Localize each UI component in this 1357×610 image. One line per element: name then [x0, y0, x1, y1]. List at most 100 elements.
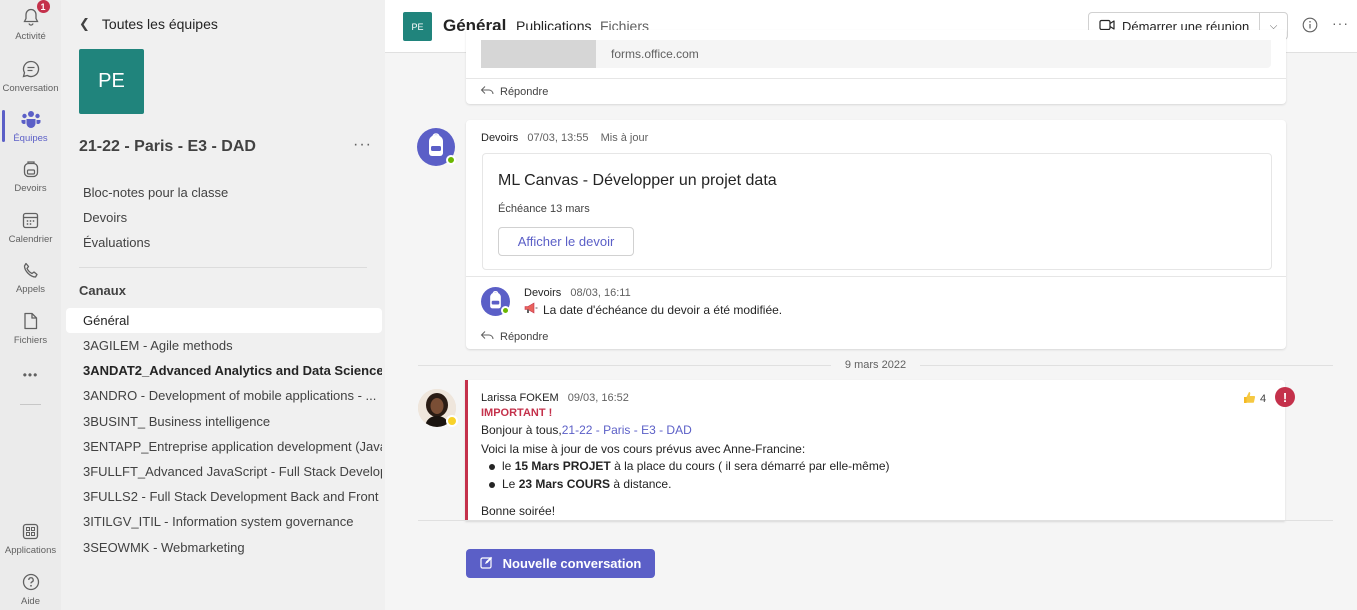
- reply-label: Répondre: [500, 85, 549, 98]
- list-text: à distance.: [610, 477, 672, 491]
- edited-status: Mis à jour: [600, 132, 649, 144]
- rail-applications[interactable]: Applications: [0, 514, 61, 562]
- back-to-teams[interactable]: ❮ Toutes les équipes: [79, 14, 218, 34]
- more-icon: •••: [22, 368, 39, 382]
- rail-teams[interactable]: Équipes: [0, 102, 61, 150]
- important-badge-icon: !: [1275, 387, 1295, 407]
- timestamp: 08/03, 16:11: [570, 287, 631, 299]
- link-preview-thumbnail: [481, 40, 596, 68]
- like-reaction[interactable]: 4: [1243, 391, 1266, 407]
- divider: [79, 267, 367, 268]
- list-item: le 15 Mars PROJET à la place du cours ( …: [489, 459, 890, 473]
- list-text: Le: [502, 477, 519, 491]
- channel-avatar: PE: [403, 12, 432, 41]
- app-rail: 1 Activité Conversation Équipes Devoirs …: [0, 0, 61, 610]
- channel-item[interactable]: 3BUSINT_ Business intelligence: [66, 409, 382, 434]
- phone-icon: [20, 259, 42, 281]
- reply-meta: Devoirs 08/03, 16:11: [524, 287, 631, 299]
- teams-icon: [20, 108, 42, 130]
- reply-label: Répondre: [500, 330, 549, 343]
- new-conversation-button[interactable]: Nouvelle conversation: [466, 549, 655, 578]
- help-icon: [20, 571, 42, 593]
- rail-label: Aide: [20, 596, 40, 607]
- channel-item[interactable]: 3FULLFT_Advanced JavaScript - Full Stack…: [66, 459, 382, 484]
- team-avatar[interactable]: PE: [79, 49, 144, 114]
- rail-files[interactable]: Fichiers: [0, 304, 61, 352]
- rail-assignments[interactable]: Devoirs: [0, 152, 61, 200]
- rail-more-apps[interactable]: •••: [0, 362, 61, 392]
- calendar-icon: [20, 209, 42, 231]
- channel-item[interactable]: 3AGILEM - Agile methods: [66, 333, 382, 358]
- message-card: forms.office.com Répondre: [466, 30, 1286, 104]
- divider-line: [920, 364, 1333, 366]
- team-link-notebook[interactable]: Bloc-notes pour la classe: [83, 185, 228, 200]
- team-more-options-icon[interactable]: ···: [353, 136, 372, 154]
- list-bold: 23 Mars COURS: [518, 477, 611, 491]
- timestamp: 09/03, 16:52: [567, 392, 629, 404]
- team-name: 21-22 - Paris - E3 - DAD: [79, 138, 256, 155]
- team-panel: ❮ Toutes les équipes PE 21-22 - Paris - …: [61, 0, 385, 610]
- reply-button[interactable]: Répondre: [480, 85, 548, 98]
- info-icon[interactable]: [1302, 17, 1318, 36]
- list-bold: 15 Mars PROJET: [514, 459, 611, 473]
- date-divider: 9 mars 2022: [418, 356, 1333, 374]
- rail-activity[interactable]: 1 Activité: [0, 0, 61, 48]
- reply-icon: [480, 85, 494, 98]
- megaphone-icon: [524, 302, 538, 317]
- rail-label: Devoirs: [14, 183, 47, 194]
- back-label: Toutes les équipes: [101, 16, 218, 32]
- channel-more-options-icon[interactable]: ···: [1332, 15, 1349, 31]
- divider: [466, 78, 1286, 79]
- rail-calls[interactable]: Appels: [0, 253, 61, 301]
- online-status-icon: [501, 306, 510, 315]
- link-preview-url: forms.office.com: [611, 47, 699, 61]
- assignment-card: Devoirs 07/03, 13:55 Mis à jour ML Canva…: [466, 120, 1286, 349]
- date-divider-label: 9 mars 2022: [844, 359, 907, 371]
- link-preview[interactable]: forms.office.com: [481, 40, 1271, 68]
- rail-chat[interactable]: Conversation: [0, 52, 61, 100]
- divider: [418, 520, 1333, 521]
- channel-item[interactable]: 3ANDAT2_Advanced Analytics and Data Scie…: [66, 358, 382, 383]
- reply-button[interactable]: Répondre: [480, 330, 548, 343]
- important-post: Larissa FOKEM 09/03, 16:52 IMPORTANT ! B…: [465, 380, 1285, 521]
- compose-icon: [480, 556, 493, 572]
- divider: [466, 276, 1286, 277]
- team-link-assignments[interactable]: Devoirs: [83, 210, 127, 225]
- list-item: Le 23 Mars COURS à distance.: [488, 477, 672, 491]
- bell-icon: 1: [20, 0, 51, 28]
- rail-label: Activité: [15, 31, 46, 42]
- assignment-title: ML Canvas - Développer un projet data: [498, 172, 777, 189]
- chat-icon: [20, 58, 42, 80]
- rail-label: Appels: [15, 284, 46, 295]
- team-mention[interactable]: 21-22 - Paris - E3 - DAD: [562, 423, 692, 437]
- rail-calendar[interactable]: Calendrier: [0, 203, 61, 251]
- rail-help[interactable]: Aide: [0, 565, 61, 610]
- rail-label: Fichiers: [13, 335, 48, 346]
- rail-label: Équipes: [13, 133, 48, 144]
- reply-text: La date d'échéance du devoir a été modif…: [543, 302, 783, 317]
- list-text: le: [502, 459, 515, 473]
- channel-main: PE Général Publications Fichiers Démarre…: [385, 0, 1357, 610]
- away-status-icon: [446, 415, 458, 427]
- channel-item[interactable]: 3ANDRO - Development of mobile applicati…: [66, 383, 382, 408]
- new-conversation-label: Nouvelle conversation: [502, 556, 642, 571]
- chevron-left-icon: ❮: [79, 16, 90, 31]
- apps-icon: [20, 520, 42, 542]
- channel-general[interactable]: Général: [66, 308, 382, 333]
- assignment-detail-card: ML Canvas - Développer un projet data Éc…: [482, 153, 1272, 270]
- view-assignment-button[interactable]: Afficher le devoir: [498, 227, 634, 256]
- channel-item[interactable]: 3SEOWMK - Webmarketing: [66, 535, 382, 560]
- divider-line: [418, 364, 831, 366]
- channel-item[interactable]: 3FULLS2 - Full Stack Development Back an…: [66, 484, 382, 509]
- channel-item[interactable]: 3ITILGV_ITIL - Information system govern…: [66, 509, 382, 534]
- team-link-grades[interactable]: Évaluations: [83, 235, 150, 250]
- author-name: Devoirs: [524, 287, 562, 299]
- backpack-icon: [20, 158, 42, 180]
- important-label: IMPORTANT !: [481, 407, 553, 419]
- rail-divider: [20, 404, 41, 405]
- author-name: Larissa FOKEM: [481, 392, 559, 404]
- activity-badge: 1: [35, 0, 51, 14]
- like-count: 4: [1260, 393, 1267, 405]
- channel-item[interactable]: 3ENTAPP_Entreprise application developme…: [66, 434, 382, 459]
- thumbs-up-icon: [1243, 391, 1256, 407]
